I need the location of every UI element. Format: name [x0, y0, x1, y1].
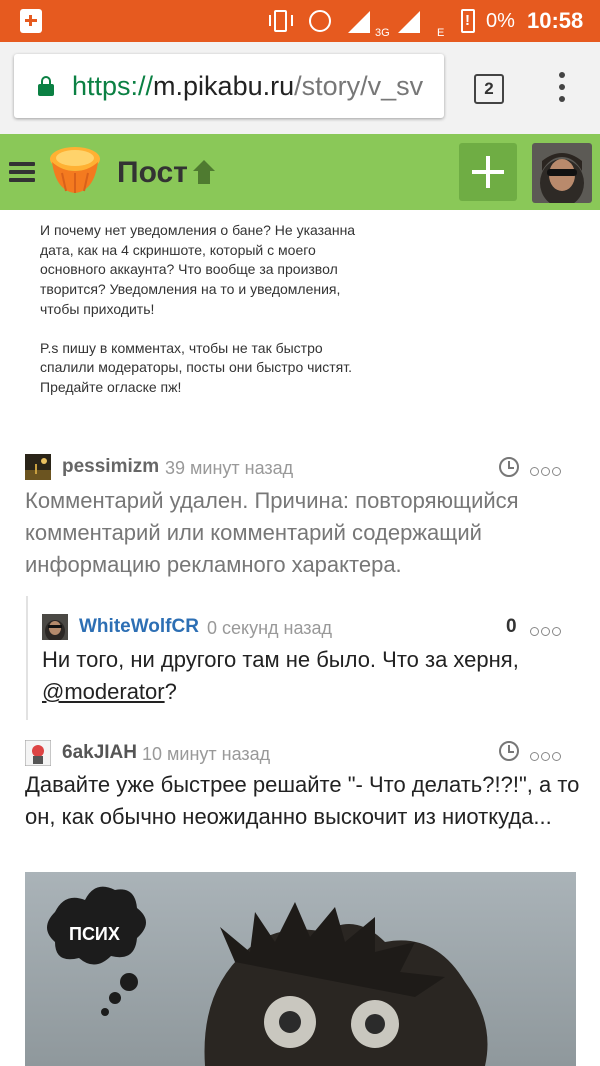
- page-title: Пост: [117, 156, 188, 189]
- app-header: Пост: [0, 134, 600, 210]
- comment-text-part: ?: [164, 679, 177, 704]
- pikabu-logo[interactable]: [48, 145, 102, 195]
- url-path: /story/v_sv: [294, 71, 424, 101]
- more-options-icon[interactable]: [530, 748, 564, 761]
- browser-toolbar: https://m.pikabu.ru/story/v_sv 2: [0, 42, 600, 134]
- avatar[interactable]: [25, 454, 51, 480]
- battery-icon: [461, 8, 475, 34]
- comment-image[interactable]: ПСИХ: [25, 872, 576, 1066]
- more-options-icon[interactable]: [530, 463, 564, 476]
- user-avatar[interactable]: [532, 143, 592, 203]
- comment-author[interactable]: 6akJIAH: [62, 740, 137, 766]
- clock: 10:58: [527, 8, 584, 33]
- battery-percent: 0%: [486, 10, 515, 32]
- comment-text-part: Ни того, ни другого там не было. Что за …: [42, 647, 519, 672]
- url-scheme: https://: [72, 71, 154, 101]
- lock-icon[interactable]: [38, 76, 54, 96]
- vibrate-icon: [268, 8, 294, 34]
- comment-text: Комментарий удален. Причина: повторяющий…: [25, 488, 519, 577]
- hamburger-menu-icon[interactable]: [9, 162, 35, 182]
- comment-text: Давайте уже быстрее решайте "- Что делат…: [25, 772, 580, 829]
- add-post-button[interactable]: [459, 143, 517, 201]
- status-bar: 3G E 0% 10:58: [0, 0, 600, 42]
- comment-author[interactable]: WhiteWolfCR: [79, 614, 199, 640]
- story-text: И почему нет уведомления о бане? Не указ…: [40, 221, 400, 417]
- comment-author[interactable]: pessimizm: [62, 454, 159, 480]
- thread-line: [26, 596, 28, 720]
- alarm-icon: [307, 8, 333, 34]
- mention-link[interactable]: @moderator: [42, 679, 165, 704]
- address-bar[interactable]: https://m.pikabu.ru/story/v_sv: [14, 54, 444, 118]
- clock-icon[interactable]: [499, 741, 519, 761]
- comment-time: 0 секунд назад: [207, 618, 333, 638]
- signal-icon-secondary: [398, 8, 422, 34]
- notification-icon: [20, 9, 42, 33]
- comment-time: 39 минут назад: [165, 458, 294, 478]
- arrow-up-icon[interactable]: [191, 158, 217, 186]
- signal-icon: [348, 8, 372, 34]
- tab-switcher-button[interactable]: 2: [474, 74, 504, 104]
- thought-bubble-text: ПСИХ: [69, 924, 120, 944]
- clock-icon[interactable]: [499, 457, 519, 477]
- more-options-icon[interactable]: [530, 623, 564, 636]
- url-host: m.pikabu.ru: [153, 71, 295, 101]
- avatar[interactable]: [25, 740, 51, 766]
- story-paragraph: И почему нет уведомления о бане? Не указ…: [40, 222, 356, 317]
- comment-text: Ни того, ни другого там не было. Что за …: [42, 644, 587, 708]
- url-text[interactable]: https://m.pikabu.ru/story/v_sv: [72, 69, 423, 103]
- avatar[interactable]: [42, 614, 68, 640]
- comment-time: 10 минут назад: [142, 744, 271, 764]
- browser-menu-icon[interactable]: [552, 72, 572, 106]
- comment-rating: 0: [506, 616, 517, 637]
- story-paragraph: P.s пишу в комментах, чтобы не так быстр…: [40, 339, 352, 395]
